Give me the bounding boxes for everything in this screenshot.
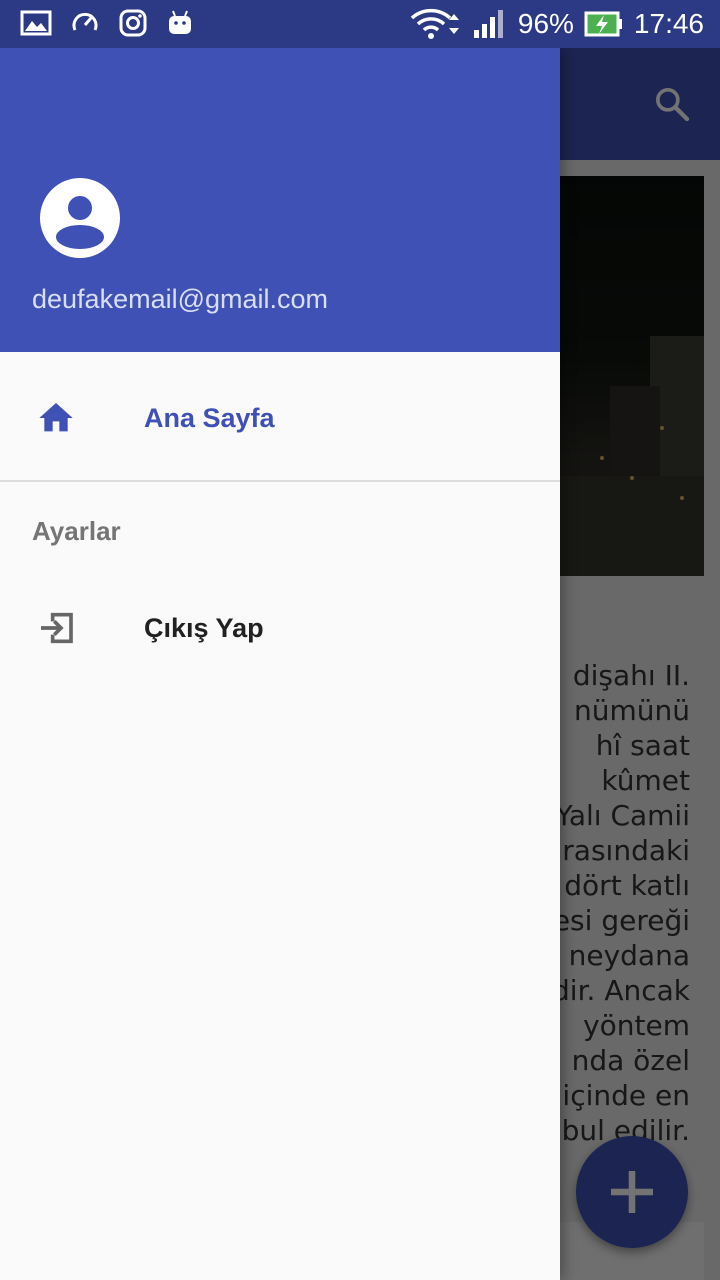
nav-item-logout[interactable]: Çıkış Yap <box>0 580 560 676</box>
screen: dişahı II.nümünühî saatkûmetYalı Camiiar… <box>0 0 720 1280</box>
speedometer-icon <box>72 12 98 31</box>
clock: 17:46 <box>633 8 704 39</box>
section-title: Ayarlar <box>32 516 121 546</box>
wifi-icon <box>410 8 459 39</box>
nav-item-label: Ana Sayfa <box>144 402 275 433</box>
battery-percent: 96% <box>517 8 574 39</box>
navigation-drawer: deufakemail@gmail.com Ana Sayfa Ayarlar … <box>0 48 560 1280</box>
status-bar: 96% 17:46 <box>0 0 720 48</box>
drawer-header: deufakemail@gmail.com <box>0 48 560 352</box>
signal-icon <box>473 10 503 38</box>
user-email: deufakemail@gmail.com <box>32 284 329 314</box>
account-circle-icon <box>40 178 120 258</box>
gallery-icon <box>20 10 52 36</box>
battery-charging-icon <box>584 11 622 37</box>
avatar[interactable] <box>40 178 120 258</box>
divider <box>0 480 560 482</box>
instagram-icon <box>119 9 147 37</box>
nav-item-label: Çıkış Yap <box>144 612 264 643</box>
home-icon <box>36 398 76 438</box>
android-icon <box>169 10 191 34</box>
exit-icon <box>36 608 76 648</box>
nav-item-home[interactable]: Ana Sayfa <box>0 370 560 466</box>
